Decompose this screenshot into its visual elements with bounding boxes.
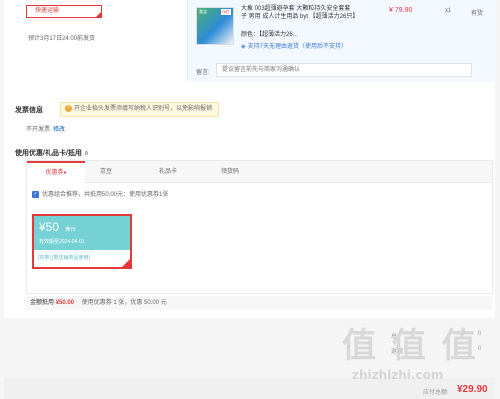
invoice-title: 发票信息 bbox=[15, 107, 43, 114]
shield-icon: ◈ bbox=[241, 44, 246, 50]
product-price: ¥ 79.90 bbox=[389, 7, 413, 14]
invoice-state-text: 不开发票 bbox=[26, 127, 51, 133]
shipping-method-button[interactable]: 快速运输 bbox=[26, 5, 102, 18]
combo-recommend-text: 优惠组合推荐，共抵用50.00元：使用优惠券1张 bbox=[42, 192, 169, 199]
product-thumbnail[interactable]: 喜宝 26片 bbox=[196, 7, 234, 45]
shipping-method-label: 快速运输 bbox=[35, 8, 60, 14]
product-name-link[interactable]: 大象 003超薄避孕套 大颗粒持久安全套套子 男用 成人计生用品 byt 【超薄… bbox=[241, 5, 358, 21]
coupon-tabs-panel: 优惠券● 京豆 礼品卡 领货码 ✓ 优惠组合推荐，共抵用50.00元：使用优惠券1… bbox=[26, 160, 493, 294]
product-row: 喜宝 26片 大象 003超薄避孕套 大颗粒持久安全套套子 男用 成人计生用品 … bbox=[187, 0, 496, 82]
invoice-tip: ! 开企业抬头发票须填写纳税人识别号，以免影响报销 bbox=[60, 102, 220, 117]
color-label: 颜色： bbox=[241, 32, 260, 38]
summary-amount: ¥50.00 bbox=[55, 300, 75, 306]
product-image-brand: 喜宝 bbox=[199, 9, 207, 14]
product-color: 颜色：【超薄活力26… bbox=[241, 29, 299, 38]
tab-coupon-label: 优惠券 bbox=[45, 170, 64, 176]
combo-recommend[interactable]: ✓ 优惠组合推荐，共抵用50.00元：使用优惠券1张 bbox=[32, 191, 168, 200]
chevron-up-icon[interactable]: ∧ bbox=[84, 150, 89, 157]
invoice-tip-text: 开企业抬头发票须填写纳税人识别号，以免影响报销 bbox=[74, 106, 213, 112]
coupon-validity: 有效期至2024-04-01 bbox=[39, 239, 85, 245]
invoice-edit-link[interactable]: 修改 bbox=[53, 127, 65, 133]
shipping-estimate: 预计3月17日24:00前发货 bbox=[28, 36, 96, 42]
tab-jingdou[interactable]: 京豆 bbox=[77, 161, 135, 183]
stat-value-total: 0 bbox=[478, 331, 482, 337]
remark-input[interactable] bbox=[216, 63, 472, 77]
payable-label: 应付总额: bbox=[423, 390, 449, 396]
selected-corner-icon bbox=[96, 12, 101, 17]
invoice-state: 不开发票 修改 bbox=[26, 124, 65, 133]
coupon-card-header: ¥50 满79 有效期至2024-04-01 bbox=[34, 216, 130, 250]
return-policy-text: 支持7天无理由退货（使用后不支持） bbox=[247, 44, 347, 50]
coupon-scope: [东券] [限店铺商品使用] bbox=[38, 255, 90, 261]
watermark-logo: 值 值 值 bbox=[342, 326, 478, 366]
color-value: 【超薄活力26… bbox=[259, 32, 299, 38]
discount-summary: 金额抵用 ¥50.00 使用优惠券 1 张，优惠 50.00 元 bbox=[26, 296, 493, 310]
payable-total: ¥29.90 bbox=[457, 384, 488, 395]
coupon-condition: 满79 bbox=[65, 227, 76, 233]
info-icon: ! bbox=[65, 104, 72, 112]
coupon-card[interactable]: ¥50 满79 有效期至2024-04-01 [东券] [限店铺商品使用] bbox=[32, 214, 132, 269]
coupon-section-label: 使用优惠/礼品卡/抵用 bbox=[15, 150, 82, 157]
summary-label: 金额抵用 bbox=[30, 300, 55, 306]
product-image-tag: 26片 bbox=[220, 9, 231, 15]
watermark-url: zhizhizhi.com bbox=[352, 368, 444, 382]
tab-gift-card[interactable]: 礼品卡 bbox=[139, 161, 197, 183]
coupon-amount: ¥50 bbox=[39, 220, 60, 234]
return-policy: ◈ 支持7天无理由退货（使用后不支持） bbox=[241, 41, 347, 50]
selected-check-icon bbox=[122, 259, 130, 267]
remark-label: 留言: bbox=[196, 70, 210, 76]
tab-redeem-code[interactable]: 领货码 bbox=[201, 161, 259, 183]
order-panel: 快速运输 预计3月17日24:00前发货 喜宝 26片 大象 003超薄避孕套 … bbox=[4, 0, 496, 318]
coupon-tabs: 优惠券● 京豆 礼品卡 领货码 bbox=[27, 161, 492, 184]
coupon-section-title[interactable]: 使用优惠/礼品卡/抵用 ∧ bbox=[15, 148, 89, 158]
product-quantity: x1 bbox=[445, 8, 452, 14]
active-marker-icon: ● bbox=[63, 170, 67, 176]
stock-status: 有货 bbox=[471, 11, 484, 17]
stat-value-cashback: 0 bbox=[478, 346, 482, 352]
summary-note: 使用优惠券 1 张，优惠 50.00 元 bbox=[81, 300, 167, 306]
checkbox-checked-icon[interactable]: ✓ bbox=[32, 191, 39, 198]
